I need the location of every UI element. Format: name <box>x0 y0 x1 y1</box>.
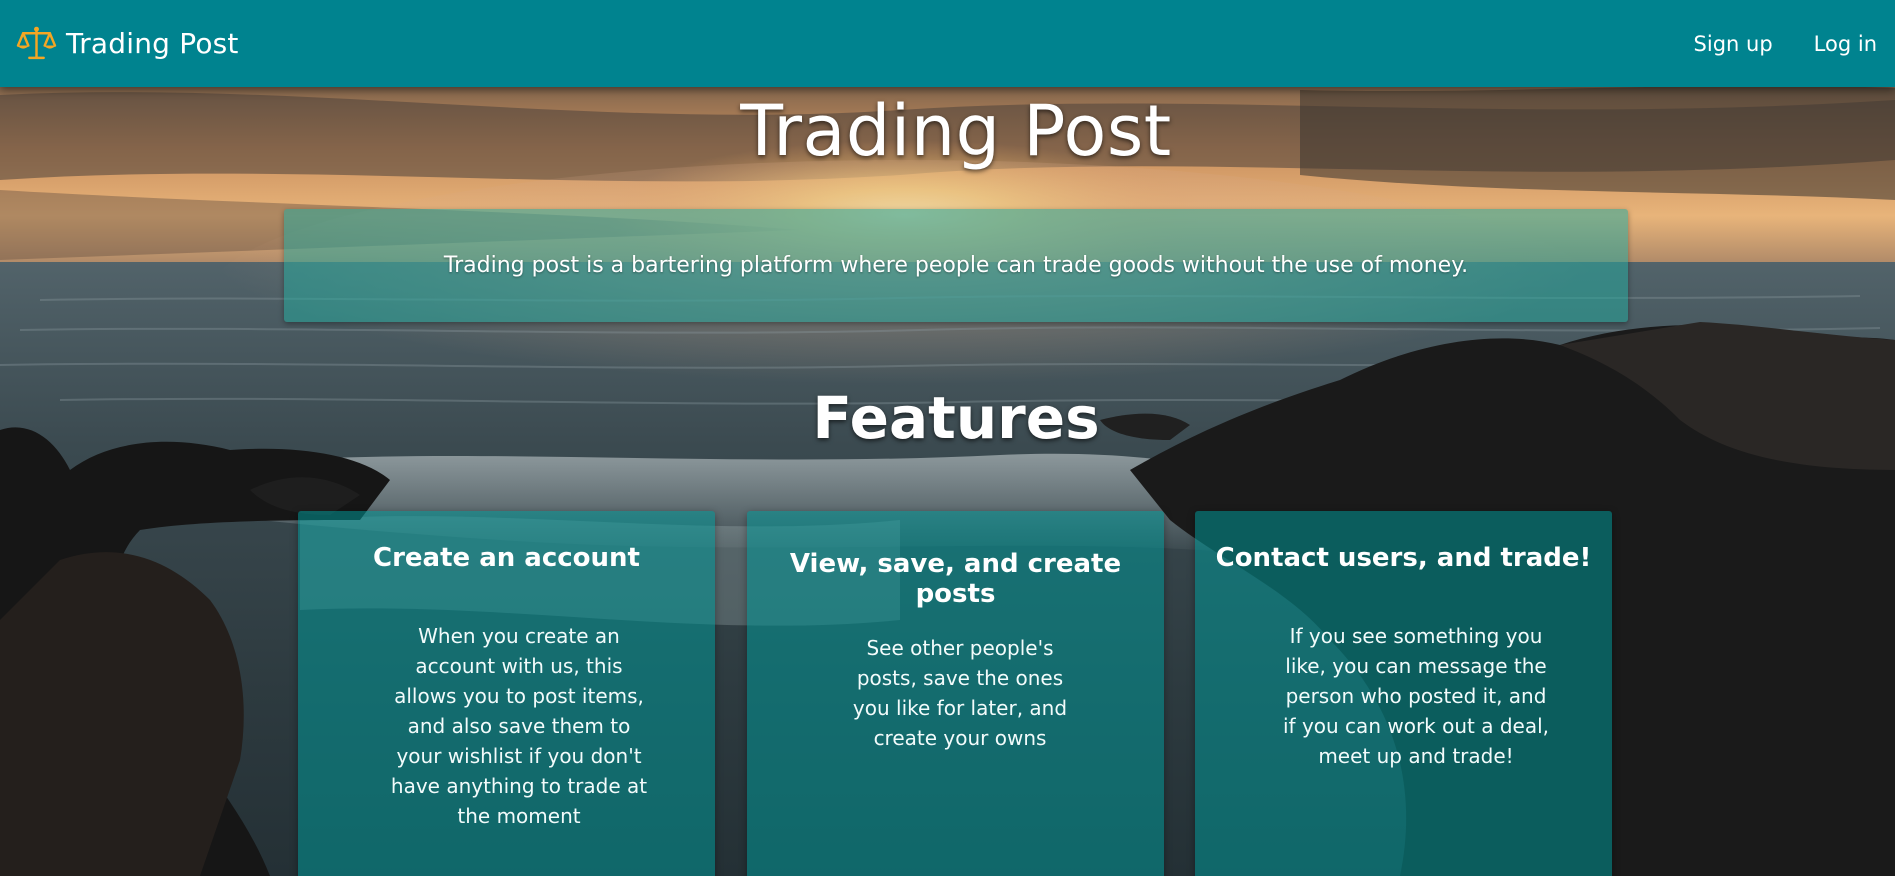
balance-scale-icon <box>16 26 57 60</box>
hero-title: Trading Post <box>740 90 1172 172</box>
feature-card-title: View, save, and create posts <box>789 549 1122 609</box>
feature-card-text: If you see something you like, you can m… <box>1283 624 1549 768</box>
feature-card-create-account: Create an account When you create an acc… <box>298 511 715 876</box>
intro-box: Trading post is a bartering platform whe… <box>284 209 1628 322</box>
feature-cards: Create an account When you create an acc… <box>0 511 1895 876</box>
brand-name: Trading Post <box>66 27 239 60</box>
brand-home-link[interactable]: Trading Post <box>16 23 239 64</box>
feature-card-title: Contact users, and trade! <box>1215 543 1592 573</box>
feature-card-title: Create an account <box>373 543 640 573</box>
features-title: Features <box>812 384 1100 452</box>
feature-card-text: See other people's posts, save the ones … <box>852 636 1068 750</box>
signup-link[interactable]: Sign up <box>1694 32 1773 56</box>
nav-links: Sign up Log in <box>1694 32 1877 56</box>
top-navbar: Trading Post Sign up Log in <box>0 0 1895 87</box>
login-link[interactable]: Log in <box>1814 32 1877 56</box>
feature-card-contact: Contact users, and trade! If you see som… <box>1195 511 1612 876</box>
feature-card-text: When you create an account with us, this… <box>390 624 648 828</box>
intro-text: Trading post is a bartering platform whe… <box>443 253 1469 278</box>
main-content: Trading Post Trading post is a bartering… <box>0 0 1895 876</box>
feature-card-posts: View, save, and create posts See other p… <box>747 511 1164 876</box>
